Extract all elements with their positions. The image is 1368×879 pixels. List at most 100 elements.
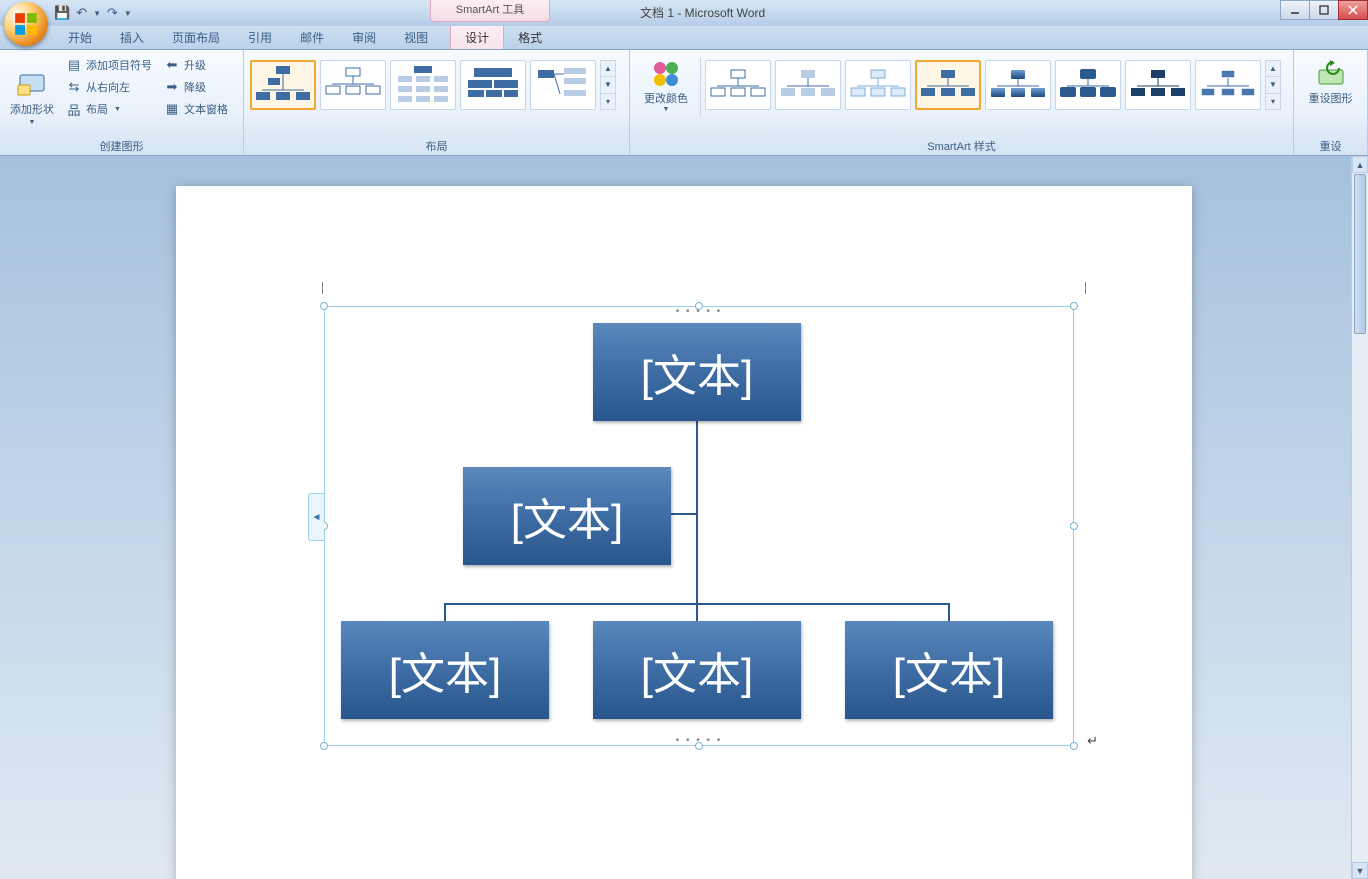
tab-review[interactable]: 审阅 <box>338 25 390 49</box>
dropdown-arrow-icon: ▼ <box>29 119 36 126</box>
scroll-up-icon[interactable]: ▲ <box>1352 156 1368 173</box>
margin-marker-left <box>322 282 323 294</box>
style-item-6[interactable] <box>1055 60 1121 110</box>
save-icon[interactable]: 💾 <box>54 5 70 21</box>
style-item-2[interactable] <box>775 60 841 110</box>
layout-item-5[interactable] <box>530 60 596 110</box>
scroll-down-icon[interactable]: ▼ <box>1266 77 1280 93</box>
connector <box>696 603 698 623</box>
vertical-scrollbar[interactable]: ▲ ▼ <box>1351 156 1368 879</box>
resize-handle-tl[interactable] <box>320 302 328 310</box>
tab-format[interactable]: 格式 <box>504 25 556 49</box>
tab-view[interactable]: 视图 <box>390 25 442 49</box>
textpane-label: 文本窗格 <box>184 101 228 117</box>
change-colors-label: 更改颜色 <box>644 90 688 106</box>
scroll-up-icon[interactable]: ▲ <box>601 61 615 77</box>
scroll-down-icon[interactable]: ▼ <box>1352 862 1368 879</box>
smartart-node-1[interactable]: [文本] <box>593 323 801 421</box>
bullet-icon: ▤ <box>66 57 82 73</box>
text-pane-toggle[interactable]: ◄ <box>308 493 324 541</box>
style-item-4[interactable] <box>915 60 981 110</box>
resize-handle-bm[interactable] <box>695 742 703 750</box>
page: • • • • • • • • • • ◄ ↵ [文本] [文本] [文本] [… <box>176 186 1192 879</box>
undo-dropdown-icon[interactable]: ▼ <box>93 9 101 18</box>
margin-marker-right <box>1085 282 1086 294</box>
connector <box>444 603 446 623</box>
resize-handle-tm[interactable] <box>695 302 703 310</box>
scroll-more-icon[interactable]: ▾ <box>1266 94 1280 109</box>
smartart-frame[interactable]: • • • • • • • • • • ◄ ↵ [文本] [文本] [文本] [… <box>324 306 1074 746</box>
qat-customize-icon[interactable]: ▼ <box>124 9 132 18</box>
group-styles-label: SmartArt 样式 <box>630 138 1293 154</box>
promote-label: 升级 <box>184 57 206 73</box>
reset-icon <box>1315 58 1347 90</box>
add-shape-icon <box>16 67 48 99</box>
style-item-3[interactable] <box>845 60 911 110</box>
resize-handle-br[interactable] <box>1070 742 1078 750</box>
scroll-down-icon[interactable]: ▼ <box>601 77 615 93</box>
redo-icon[interactable]: ↷ <box>107 5 118 21</box>
scroll-up-icon[interactable]: ▲ <box>1266 61 1280 77</box>
style-item-1[interactable] <box>705 60 771 110</box>
node-text: [文本] <box>641 340 753 404</box>
demote-label: 降级 <box>184 79 206 95</box>
style-item-5[interactable] <box>985 60 1051 110</box>
minimize-button[interactable] <box>1280 0 1310 20</box>
layout-gallery-scroll[interactable]: ▲ ▼ ▾ <box>600 60 616 110</box>
smartart-node-2[interactable]: [文本] <box>463 467 671 565</box>
smartart-node-5[interactable]: [文本] <box>845 621 1053 719</box>
tab-insert[interactable]: 插入 <box>106 25 158 49</box>
layout-item-1[interactable] <box>250 60 316 110</box>
group-reset: 重设图形 重设 <box>1294 50 1368 155</box>
title-bar: 💾 ↶ ▼ ↷ ▼ SmartArt 工具 文档 1 - Microsoft W… <box>0 0 1368 26</box>
layout-gallery: ▲ ▼ ▾ <box>250 54 623 110</box>
undo-icon[interactable]: ↶ <box>76 5 87 21</box>
rtl-icon: ⇆ <box>66 79 82 95</box>
scroll-more-icon[interactable]: ▾ <box>601 94 615 109</box>
tab-pagelayout[interactable]: 页面布局 <box>158 25 234 49</box>
rtl-label: 从右向左 <box>86 79 130 95</box>
layout-icon: 品 <box>66 101 82 117</box>
ribbon: 添加形状 ▼ ▤添加项目符号 ⇆从右向左 品布局▼ ⬅升级 ➡降级 ▦文本窗格 … <box>0 50 1368 156</box>
resize-handle-tr[interactable] <box>1070 302 1078 310</box>
layout-item-4[interactable] <box>460 60 526 110</box>
textpane-button[interactable]: ▦文本窗格 <box>160 98 232 120</box>
tab-design[interactable]: 设计 <box>450 24 504 49</box>
tab-references[interactable]: 引用 <box>234 25 286 49</box>
style-gallery: ▲ ▼ ▾ <box>705 54 1287 137</box>
resize-handle-rm[interactable] <box>1070 522 1078 530</box>
smartart-node-3[interactable]: [文本] <box>341 621 549 719</box>
demote-icon: ➡ <box>164 79 180 95</box>
maximize-button[interactable] <box>1309 0 1339 20</box>
style-item-7[interactable] <box>1125 60 1191 110</box>
close-button[interactable] <box>1338 0 1368 20</box>
layout-item-3[interactable] <box>390 60 456 110</box>
quick-access-toolbar: 💾 ↶ ▼ ↷ ▼ <box>54 0 132 26</box>
change-colors-button[interactable]: 更改颜色 ▼ <box>636 54 696 137</box>
group-create-graphic: 添加形状 ▼ ▤添加项目符号 ⇆从右向左 品布局▼ ⬅升级 ➡降级 ▦文本窗格 … <box>0 50 244 155</box>
node-text: [文本] <box>389 638 501 702</box>
tab-home[interactable]: 开始 <box>54 25 106 49</box>
connector <box>696 421 698 603</box>
layout-item-2[interactable] <box>320 60 386 110</box>
group-styles: 更改颜色 ▼ ▲ ▼ ▾ SmartArt 样式 <box>630 50 1294 155</box>
layout-button[interactable]: 品布局▼ <box>62 98 156 120</box>
resize-handle-bl[interactable] <box>320 742 328 750</box>
node-text: [文本] <box>641 638 753 702</box>
smartart-node-4[interactable]: [文本] <box>593 621 801 719</box>
promote-button[interactable]: ⬅升级 <box>160 54 232 76</box>
rtl-button[interactable]: ⇆从右向左 <box>62 76 156 98</box>
add-shape-button[interactable]: 添加形状 ▼ <box>6 56 58 136</box>
document-area[interactable]: • • • • • • • • • • ◄ ↵ [文本] [文本] [文本] [… <box>0 156 1368 879</box>
scrollbar-thumb[interactable] <box>1354 174 1366 334</box>
add-bullet-button[interactable]: ▤添加项目符号 <box>62 54 156 76</box>
style-item-8[interactable] <box>1195 60 1261 110</box>
group-layouts-label: 布局 <box>244 138 629 154</box>
reset-graphic-button[interactable]: 重设图形 <box>1300 54 1361 106</box>
document-title: 文档 1 - Microsoft Word <box>640 0 765 26</box>
group-create-label: 创建图形 <box>0 138 243 154</box>
tab-mail[interactable]: 邮件 <box>286 25 338 49</box>
office-button[interactable] <box>4 2 48 46</box>
demote-button[interactable]: ➡降级 <box>160 76 232 98</box>
style-gallery-scroll[interactable]: ▲ ▼ ▾ <box>1265 60 1281 110</box>
